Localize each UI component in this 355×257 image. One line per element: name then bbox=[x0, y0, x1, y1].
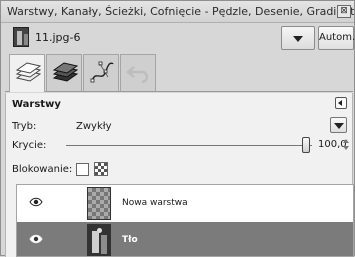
undo-icon bbox=[126, 66, 149, 84]
panel-title: Warstwy bbox=[12, 99, 61, 110]
lock-label: Blokowanie: bbox=[12, 164, 73, 175]
channels-icon bbox=[52, 62, 79, 82]
layer-thumbnail bbox=[87, 187, 111, 220]
layer-row[interactable]: Tło bbox=[17, 222, 353, 256]
eye-icon[interactable] bbox=[29, 197, 43, 207]
auto-button[interactable]: Autom. bbox=[318, 26, 355, 50]
tab-paths[interactable] bbox=[83, 54, 119, 91]
opacity-slider-handle[interactable] bbox=[302, 137, 310, 153]
layers-list: Nowa warstwa Tło bbox=[16, 184, 354, 257]
close-button[interactable]: ⊠ bbox=[337, 5, 351, 18]
window-title: Warstwy, Kanały, Ścieżki, Cofnięcie - Pę… bbox=[7, 5, 355, 18]
opacity-spin-button[interactable] bbox=[343, 138, 349, 152]
layer-row[interactable]: Nowa warstwa bbox=[17, 185, 353, 223]
lock-pixels-checkbox[interactable] bbox=[76, 163, 89, 176]
mode-select[interactable]: Zwykły bbox=[76, 121, 112, 132]
panel-menu-button[interactable] bbox=[335, 97, 347, 109]
opacity-slider[interactable] bbox=[66, 145, 312, 146]
image-dropdown-button[interactable] bbox=[281, 26, 315, 50]
photo-figure bbox=[92, 231, 99, 253]
photo-figure bbox=[101, 235, 107, 254]
mode-label: Tryb: bbox=[12, 121, 37, 132]
layer-thumbnail bbox=[87, 224, 111, 256]
layers-panel: Warstwy Tryb: Zwykły Krycie: 100,0 Bloko… bbox=[5, 93, 354, 257]
layers-icon bbox=[15, 62, 42, 82]
tab-channels[interactable] bbox=[46, 54, 82, 91]
dock-tabs bbox=[5, 54, 353, 92]
chevron-down-icon bbox=[293, 36, 303, 42]
eye-icon[interactable] bbox=[29, 234, 43, 244]
paths-icon bbox=[90, 61, 114, 83]
tab-layers[interactable] bbox=[9, 54, 45, 92]
layer-name[interactable]: Tło bbox=[122, 235, 138, 245]
opacity-label: Krycie: bbox=[12, 140, 47, 151]
lock-alpha-icon[interactable] bbox=[94, 162, 108, 176]
tab-undo[interactable] bbox=[120, 54, 156, 91]
image-name: 11.jpg-6 bbox=[35, 31, 81, 44]
mode-dropdown-button[interactable] bbox=[330, 117, 347, 133]
image-thumbnail bbox=[13, 27, 29, 47]
title-bar[interactable]: Warstwy, Kanały, Ścieżki, Cofnięcie - Pę… bbox=[1, 1, 355, 23]
layer-name[interactable]: Nowa warstwa bbox=[122, 198, 188, 208]
image-selector: 11.jpg-6 Autom. bbox=[5, 25, 355, 51]
dock-window: Warstwy, Kanały, Ścieżki, Cofnięcie - Pę… bbox=[0, 0, 355, 257]
